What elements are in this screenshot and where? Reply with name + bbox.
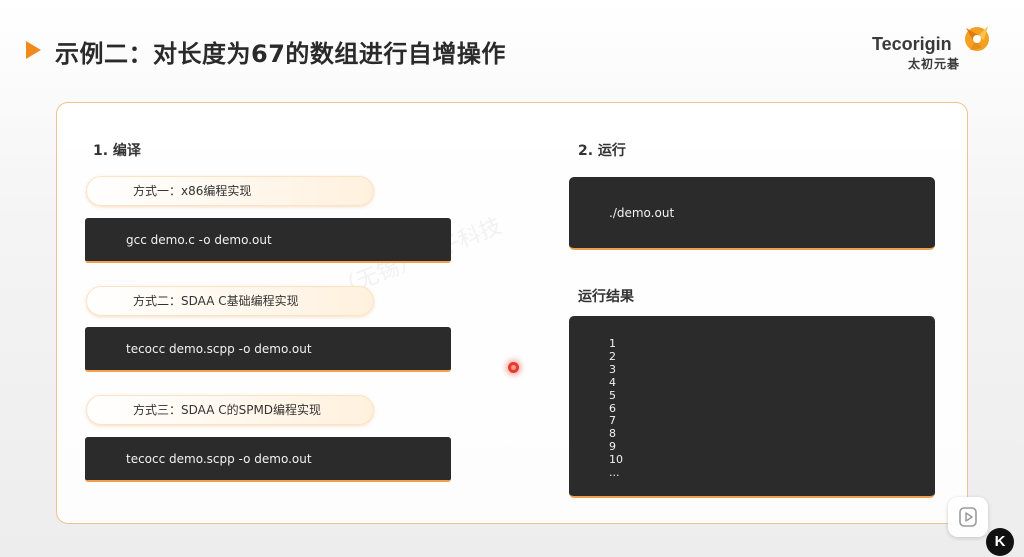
play-icon	[959, 507, 977, 527]
result-line: 1	[609, 337, 616, 350]
method-3-command: tecocc demo.scpp -o demo.out	[85, 437, 451, 482]
result-line: 4	[609, 375, 616, 389]
play-triangle-icon	[26, 41, 41, 59]
method-1-command: gcc demo.c -o demo.out	[85, 218, 451, 263]
result-line: 5	[609, 388, 616, 402]
method-2-command: tecocc demo.scpp -o demo.out	[85, 327, 451, 372]
result-output: 1 2 3 4 5 6 7 8 9 10 ...	[569, 316, 935, 498]
result-line: 2	[609, 349, 616, 363]
method-1-label: 方式一：x86编程实现	[86, 176, 374, 206]
play-button[interactable]	[948, 497, 988, 537]
pointer-dot	[508, 362, 519, 373]
method-3-label: 方式三：SDAA C的SPMD编程实现	[86, 395, 374, 425]
k-badge[interactable]: K	[986, 528, 1014, 556]
tecorigin-logo: Tecorigin 太初元碁	[872, 22, 1002, 74]
result-lines: 1 2 3 4 5 6 7 8 9 10 ...	[609, 337, 623, 480]
orange-flame-logo-icon	[965, 26, 989, 51]
result-heading: 运行结果	[578, 289, 634, 305]
result-line: 3	[609, 362, 616, 376]
method-2-label: 方式二：SDAA C基础编程实现	[86, 286, 374, 316]
compile-heading: 1. 编译	[93, 143, 141, 159]
run-command: ./demo.out	[569, 177, 935, 250]
logo-name: Tecorigin	[872, 34, 952, 54]
run-heading: 2. 运行	[578, 143, 626, 159]
result-line: ...	[609, 466, 620, 480]
logo-subtitle: 太初元碁	[908, 57, 961, 71]
page-title: 示例二：对长度为67的数组进行自增操作	[55, 40, 506, 68]
